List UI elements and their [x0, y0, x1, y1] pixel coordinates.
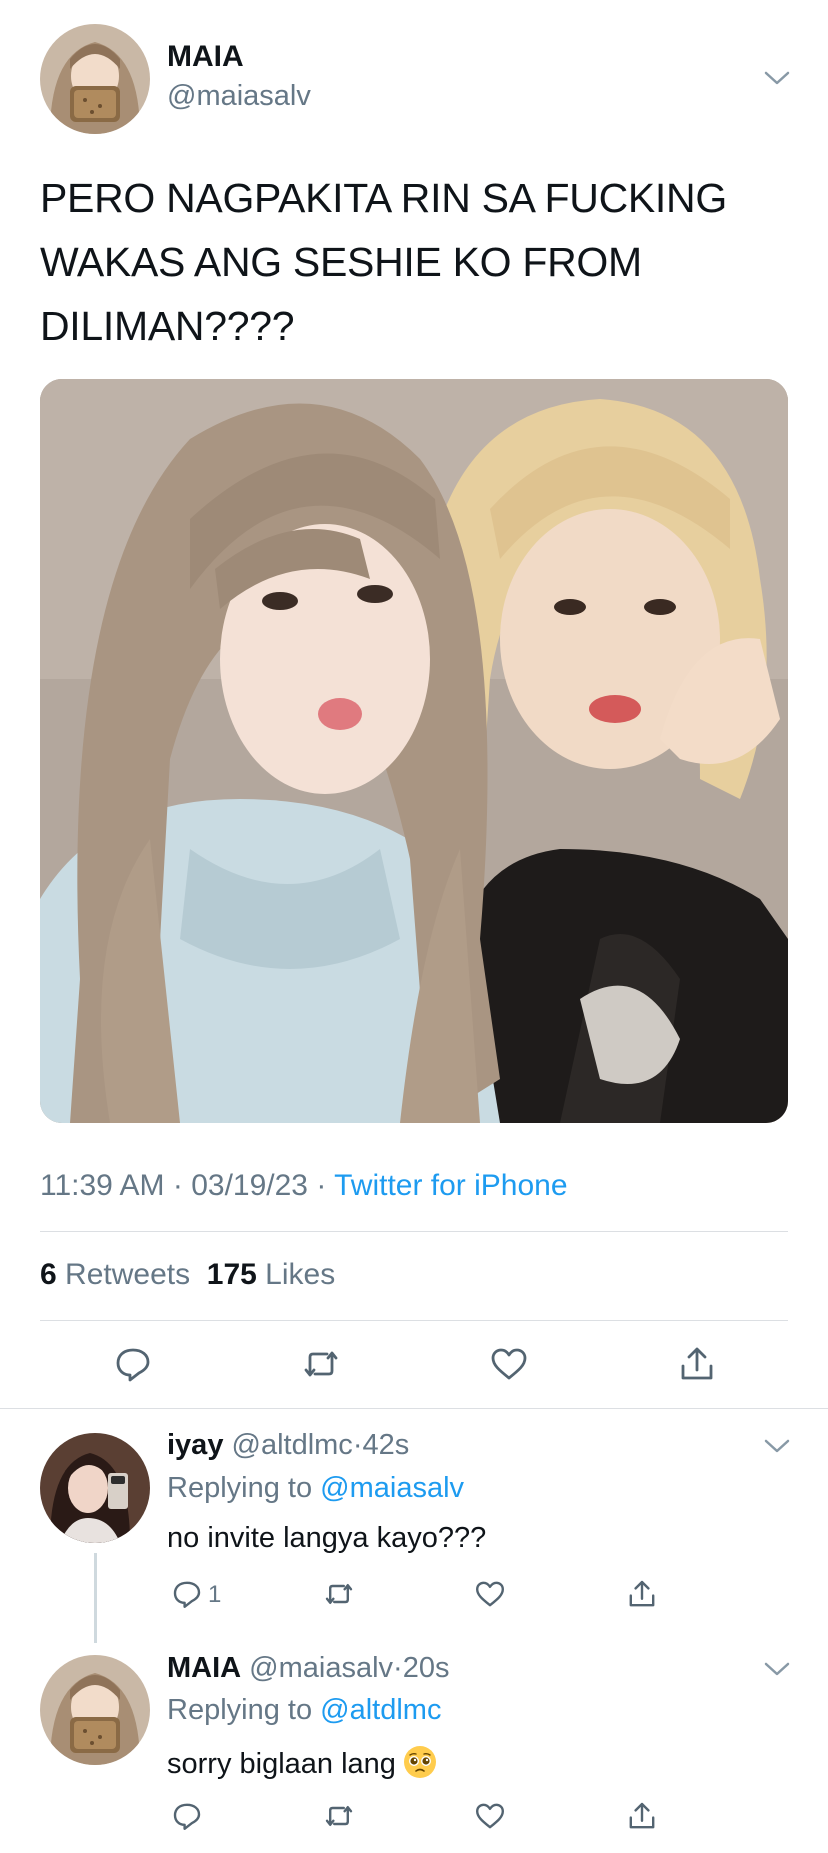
reply-icon: [173, 1803, 201, 1830]
replying-to-link[interactable]: @altdlmc: [320, 1694, 441, 1726]
retweet-button[interactable]: [301, 1344, 341, 1384]
share-icon: [681, 1347, 713, 1380]
reply-button[interactable]: [171, 1800, 203, 1832]
divider: [40, 1231, 788, 1232]
chevron-down-icon[interactable]: [762, 1659, 792, 1679]
replying-to-link[interactable]: @maiasalv: [320, 1472, 464, 1504]
retweet-icon: [325, 1806, 353, 1826]
author-handle[interactable]: @maiasalv: [167, 80, 311, 113]
thread-line: [94, 1553, 97, 1643]
reply-author-name[interactable]: MAIA: [167, 1652, 241, 1684]
share-icon: [629, 1580, 655, 1607]
retweet-button[interactable]: [323, 1578, 355, 1610]
likes-stat[interactable]: 175 Likes: [207, 1258, 335, 1291]
like-button[interactable]: [474, 1800, 506, 1832]
author-avatar[interactable]: [40, 24, 150, 134]
reply-text: no invite langya kayo???: [167, 1522, 487, 1554]
reply-text: sorry biglaan lang: [167, 1744, 438, 1781]
tweet-photo[interactable]: [40, 379, 788, 1123]
tweet-source-link[interactable]: Twitter for iPhone: [334, 1169, 567, 1202]
reply-button[interactable]: [171, 1578, 203, 1610]
tweet-meta: 11:39 AM · 03/19/23 · Twitter for iPhone: [40, 1169, 568, 1202]
divider: [40, 1320, 788, 1321]
reply-author-handle[interactable]: @altdlmc: [232, 1429, 353, 1461]
share-button[interactable]: [626, 1800, 658, 1832]
heart-icon: [476, 1803, 504, 1829]
tweet-date: 03/19/23: [191, 1169, 308, 1202]
reply-age: 42s: [362, 1429, 410, 1461]
heart-icon: [476, 1581, 504, 1607]
pleading-face-emoji: [402, 1744, 438, 1780]
tweet-time: 11:39 AM: [40, 1169, 165, 1202]
replying-to: Replying to @maiasalv: [167, 1472, 465, 1504]
retweets-stat[interactable]: 6 Retweets: [40, 1258, 190, 1291]
share-button[interactable]: [677, 1344, 717, 1384]
reply-header: iyay @altdlmc·42s: [167, 1429, 410, 1461]
retweet-icon: [325, 1584, 353, 1604]
reply-age: 20s: [402, 1652, 450, 1684]
reply-header: MAIA @maiasalv·20s: [167, 1652, 450, 1684]
like-button[interactable]: [489, 1344, 529, 1384]
reply-count: 1: [208, 1581, 222, 1608]
replying-to: Replying to @altdlmc: [167, 1694, 442, 1726]
reply-avatar[interactable]: [40, 1433, 150, 1543]
retweet-button[interactable]: [323, 1800, 355, 1832]
chevron-down-icon[interactable]: [762, 68, 792, 88]
share-button[interactable]: [626, 1578, 658, 1610]
reply-icon: [173, 1581, 201, 1608]
tweet-stats: 6 Retweets 175 Likes: [40, 1258, 335, 1292]
reply-button[interactable]: [113, 1344, 153, 1384]
retweet-icon: [304, 1351, 338, 1377]
share-icon: [629, 1802, 655, 1829]
reply-avatar[interactable]: [40, 1655, 150, 1765]
author-name[interactable]: MAIA: [167, 40, 244, 74]
tweet-text: PERO NAGPAKITA RIN SA FUCKING WAKAS ANG …: [40, 175, 727, 349]
chevron-down-icon[interactable]: [762, 1436, 792, 1456]
reply-icon: [116, 1348, 150, 1382]
divider: [0, 1408, 828, 1409]
heart-icon: [491, 1348, 527, 1380]
reply-author-handle[interactable]: @maiasalv: [249, 1652, 393, 1684]
reply-author-name[interactable]: iyay: [167, 1429, 223, 1461]
like-button[interactable]: [474, 1578, 506, 1610]
